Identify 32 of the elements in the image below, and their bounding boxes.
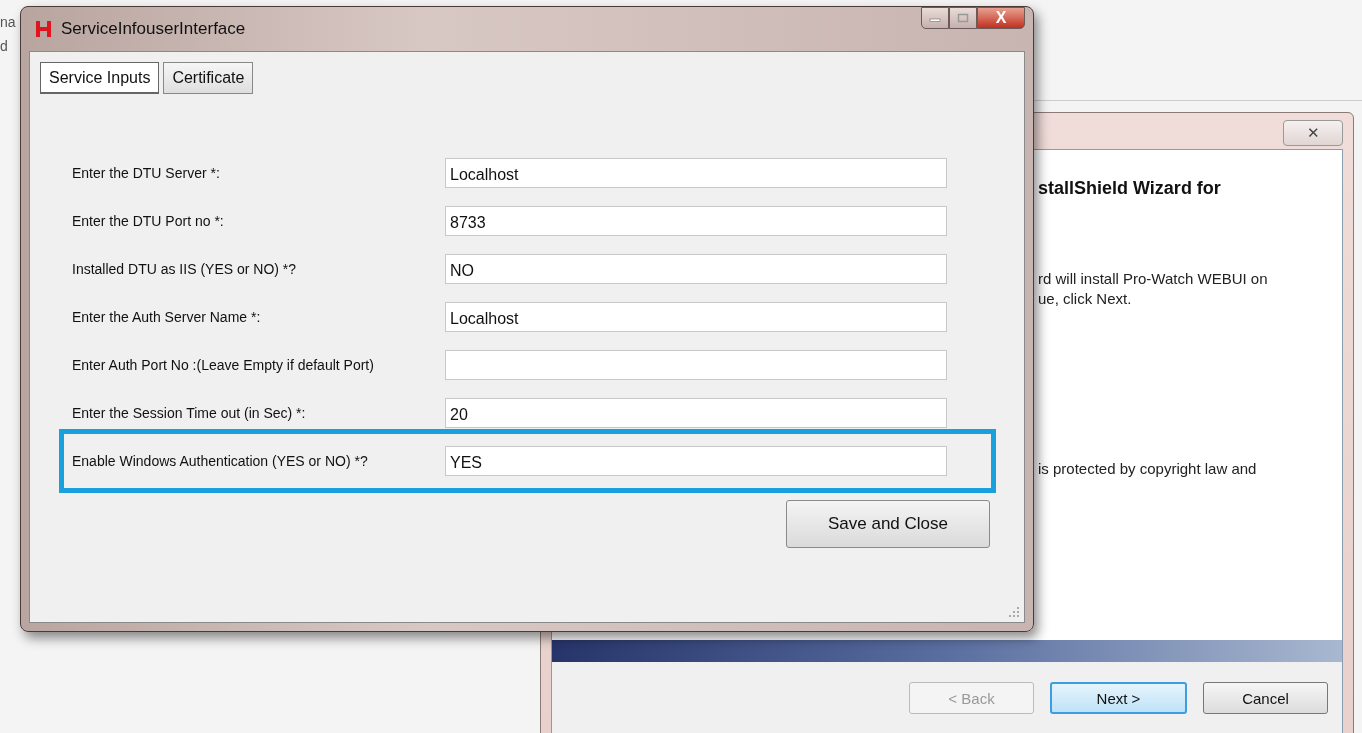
logo-icon [35, 20, 53, 38]
background-text: d [0, 38, 9, 54]
input-field[interactable]: 20 [445, 398, 947, 428]
background-text: na [0, 14, 16, 30]
wizard-text: ue, click Next. [1038, 289, 1133, 309]
input-field[interactable]: Localhost [445, 302, 947, 332]
field-label: Enable Windows Authentication (YES or NO) *? [72, 453, 369, 469]
input-field[interactable] [445, 350, 947, 380]
input-field[interactable]: NO [445, 254, 947, 284]
tab[interactable]: Service Inputs [40, 62, 160, 94]
field-label: Enter the Auth Server Name *: [72, 309, 262, 325]
input-field[interactable]: YES [445, 446, 947, 476]
minimize-button[interactable] [921, 7, 949, 29]
field-label: Enter the Session Time out (in Sec) *: [72, 405, 307, 421]
close-button[interactable]: ✕ [1283, 120, 1343, 146]
wizard-text: is protected by copyright law and [1038, 459, 1258, 479]
next-button[interactable]: Next > [1050, 682, 1187, 714]
maximize-icon [957, 13, 969, 23]
field-label: Enter the DTU Port no *: [72, 213, 225, 229]
field-label: Enter the DTU Server *: [72, 165, 221, 181]
field-label: Enter Auth Port No :(Leave Empty if default Port) [72, 357, 375, 373]
save-button[interactable]: Save and Close [786, 500, 990, 548]
maximize-button[interactable] [949, 7, 977, 29]
input-field[interactable]: Localhost [445, 158, 947, 188]
window-title: ServiceInfouserInterface [61, 19, 246, 39]
wizard-heading: stallShield Wizard for [1038, 178, 1222, 199]
field-label: Installed DTU as IIS (YES or NO) *? [72, 261, 298, 277]
resize-grip-icon [1008, 606, 1020, 618]
tab[interactable]: Certificate [163, 62, 254, 94]
cancel-button[interactable]: Cancel [1203, 682, 1328, 714]
input-field[interactable]: 8733 [445, 206, 947, 236]
wizard-text: rd will install Pro-Watch WEBUI on [1038, 269, 1269, 289]
